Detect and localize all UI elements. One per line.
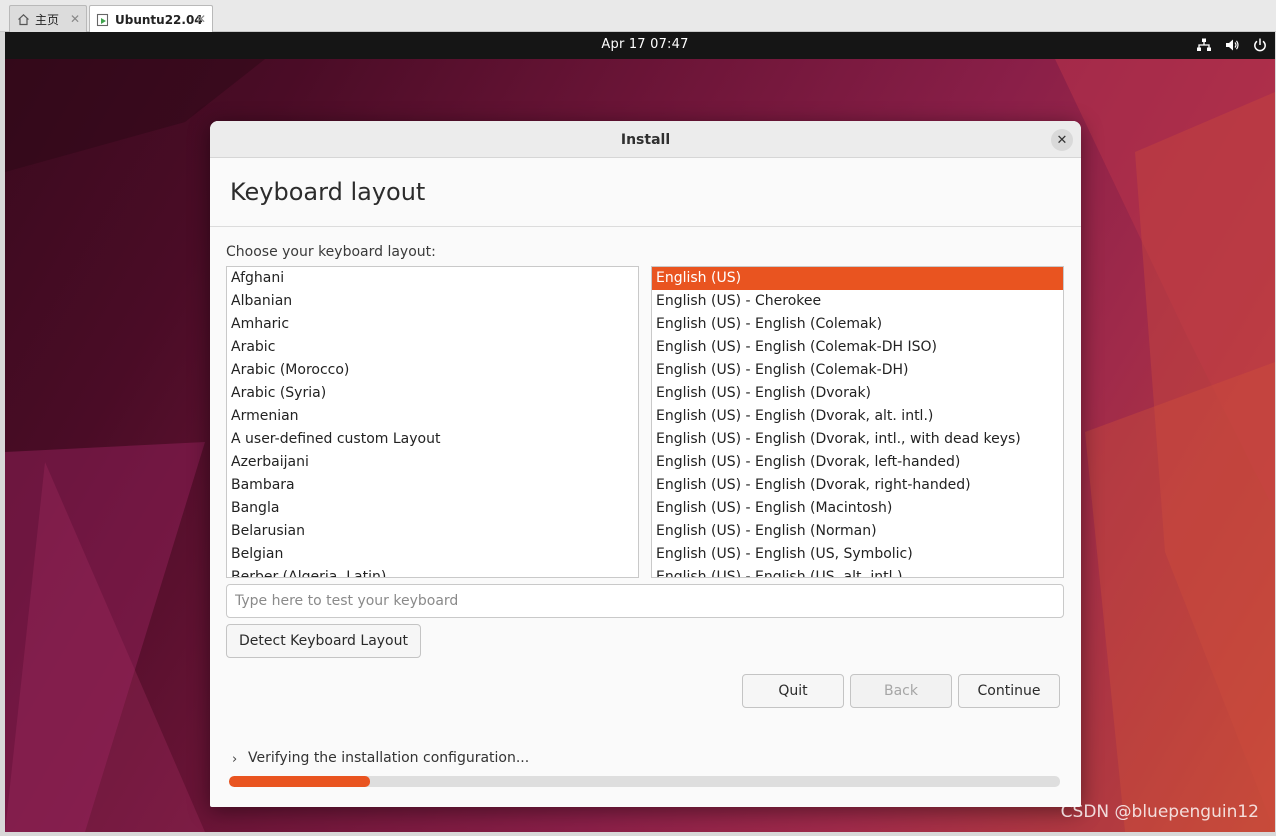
- back-button[interactable]: Back: [850, 674, 952, 708]
- progress-bar: [229, 776, 1060, 787]
- layout-list[interactable]: Afghani Albanian Amharic Arabic Arabic (…: [226, 266, 639, 578]
- variant-list-item[interactable]: English (US) - English (Dvorak, alt. int…: [652, 405, 1063, 428]
- variant-list-item[interactable]: English (US) - English (Colemak-DH ISO): [652, 336, 1063, 359]
- header-divider: [210, 226, 1081, 227]
- page-title: Keyboard layout: [230, 178, 426, 206]
- variant-list-item[interactable]: English (US) - English (US, Symbolic): [652, 543, 1063, 566]
- layout-list-item[interactable]: A user-defined custom Layout: [227, 428, 638, 451]
- variant-list-item[interactable]: English (US) - English (Norman): [652, 520, 1063, 543]
- layout-list-item[interactable]: Albanian: [227, 290, 638, 313]
- continue-button[interactable]: Continue: [958, 674, 1060, 708]
- close-icon[interactable]: ✕: [1051, 129, 1073, 151]
- home-icon: [16, 12, 30, 26]
- layout-list-item[interactable]: Amharic: [227, 313, 638, 336]
- detect-keyboard-layout-button[interactable]: Detect Keyboard Layout: [226, 624, 421, 658]
- tab-home-label: 主页: [35, 12, 60, 27]
- progress-fill: [229, 776, 371, 787]
- layout-list-item[interactable]: Bambara: [227, 474, 638, 497]
- variant-list-item-selected[interactable]: English (US): [652, 267, 1063, 290]
- dialog-title: Install: [620, 132, 671, 148]
- system-tray[interactable]: [1195, 36, 1269, 54]
- layout-list-item[interactable]: Berber (Algeria, Latin): [227, 566, 638, 577]
- status-text: Verifying the installation configuration…: [248, 749, 530, 766]
- layout-list-item[interactable]: Bangla: [227, 497, 638, 520]
- variant-list-item[interactable]: English (US) - English (Dvorak, left-han…: [652, 451, 1063, 474]
- variant-list[interactable]: English (US) English (US) - Cherokee Eng…: [651, 266, 1064, 578]
- variant-list-item[interactable]: English (US) - English (Colemak): [652, 313, 1063, 336]
- choose-layout-label: Choose your keyboard layout:: [226, 244, 436, 260]
- layout-list-item[interactable]: Arabic: [227, 336, 638, 359]
- install-dialog: Install ✕ Keyboard layout Choose your ke…: [210, 121, 1081, 807]
- layout-list-item[interactable]: Arabic (Syria): [227, 382, 638, 405]
- chevron-right-icon[interactable]: ›: [232, 752, 246, 767]
- vm-tab-bar: 主页 ✕ Ubuntu22.04 ✕: [0, 0, 1276, 33]
- gnome-top-bar: Apr 17 07:47: [5, 32, 1275, 59]
- dialog-titlebar[interactable]: Install ✕: [210, 121, 1081, 158]
- layout-list-item[interactable]: Armenian: [227, 405, 638, 428]
- watermark: CSDN @bluepenguin12: [1060, 802, 1259, 822]
- layout-list-item[interactable]: Arabic (Morocco): [227, 359, 638, 382]
- volume-icon[interactable]: [1223, 36, 1241, 54]
- variant-list-item[interactable]: English (US) - English (Dvorak): [652, 382, 1063, 405]
- status-expander[interactable]: › Verifying the installation configurati…: [232, 748, 530, 768]
- layout-list-item[interactable]: Azerbaijani: [227, 451, 638, 474]
- network-icon[interactable]: [1195, 36, 1213, 54]
- layout-list-item[interactable]: Afghani: [227, 267, 638, 290]
- quit-button[interactable]: Quit: [742, 674, 844, 708]
- variant-list-item[interactable]: English (US) - Cherokee: [652, 290, 1063, 313]
- power-icon[interactable]: [1251, 36, 1269, 54]
- vm-icon: [96, 13, 110, 27]
- variant-list-item[interactable]: English (US) - English (Colemak-DH): [652, 359, 1063, 382]
- tab-home[interactable]: 主页 ✕: [9, 5, 87, 32]
- vm-screen: Apr 17 07:47 Install ✕ Keyboard layout C…: [5, 32, 1275, 832]
- layout-list-item[interactable]: Belgian: [227, 543, 638, 566]
- tab-ubuntu-label: Ubuntu22.04: [115, 12, 203, 27]
- variant-list-item[interactable]: English (US) - English (Macintosh): [652, 497, 1063, 520]
- keyboard-test-input[interactable]: [226, 584, 1064, 618]
- layout-list-item[interactable]: Belarusian: [227, 520, 638, 543]
- clock[interactable]: Apr 17 07:47: [5, 37, 1275, 52]
- variant-list-item[interactable]: English (US) - English (Dvorak, intl., w…: [652, 428, 1063, 451]
- variant-list-item[interactable]: English (US) - English (US, alt. intl.): [652, 566, 1063, 577]
- close-tab-icon[interactable]: ✕: [196, 12, 206, 26]
- variant-list-item[interactable]: English (US) - English (Dvorak, right-ha…: [652, 474, 1063, 497]
- tab-ubuntu[interactable]: Ubuntu22.04 ✕: [89, 5, 213, 33]
- close-tab-icon[interactable]: ✕: [70, 12, 80, 26]
